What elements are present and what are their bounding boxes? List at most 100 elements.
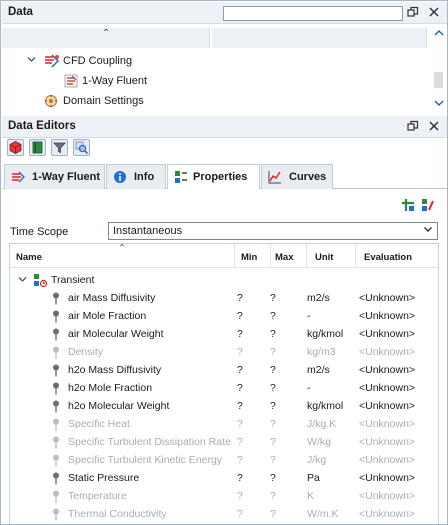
property-name: h2o Molecular Weight bbox=[68, 400, 170, 412]
tree-item-1-way-fluent[interactable]: 1-Way Fluent bbox=[2, 71, 422, 91]
column-header-label: Unit bbox=[315, 252, 334, 263]
table-row[interactable]: h2o Mole Fraction?? - <Unknown> bbox=[10, 379, 438, 397]
editors-panel-title: Data Editors bbox=[8, 120, 76, 132]
restore-icon[interactable] bbox=[406, 120, 420, 134]
editor-tabs: 1-Way Fluent Info Properties Curves bbox=[2, 163, 447, 190]
tab-1-way-fluent[interactable]: 1-Way Fluent bbox=[4, 164, 105, 189]
column-header-label: Evaluation bbox=[364, 252, 413, 263]
table-row[interactable]: h2o Mass Diffusivity?? m2/s <Unknown> bbox=[10, 361, 438, 379]
properties-grid: Name ⌃ Min Max Unit Evaluation Transient… bbox=[9, 243, 439, 524]
property-max: ? bbox=[270, 436, 276, 448]
property-unit: J/kg.K bbox=[307, 418, 337, 430]
property-max: ? bbox=[270, 490, 276, 502]
add-property-icon[interactable] bbox=[401, 198, 415, 212]
cfd-coupling-icon bbox=[44, 54, 60, 68]
pin-icon bbox=[51, 418, 61, 431]
column-header-evaluation[interactable]: Evaluation bbox=[356, 244, 438, 268]
scroll-down-icon[interactable] bbox=[434, 98, 444, 110]
chevron-down-icon[interactable] bbox=[423, 224, 433, 237]
property-name: Specific Heat bbox=[68, 418, 130, 430]
tree-item-cfd-coupling[interactable]: CFD Coupling bbox=[2, 51, 422, 71]
property-evaluation: <Unknown> bbox=[359, 346, 416, 358]
pin-icon bbox=[51, 310, 61, 323]
property-unit: m2/s bbox=[307, 292, 330, 304]
table-row[interactable]: Static Pressure?? Pa <Unknown> bbox=[10, 469, 438, 487]
property-unit: W/kg bbox=[307, 436, 331, 448]
tree-item-label: 1-Way Fluent bbox=[82, 75, 148, 87]
property-evaluation: <Unknown> bbox=[359, 292, 416, 304]
transient-group-icon bbox=[33, 273, 48, 290]
pin-icon bbox=[51, 382, 61, 395]
table-row[interactable]: Thermal Conductivity?? W/m.K <Unknown> bbox=[10, 505, 438, 523]
property-max: ? bbox=[270, 472, 276, 484]
editor-toolbar bbox=[2, 138, 447, 160]
property-evaluation: <Unknown> bbox=[359, 418, 416, 430]
property-evaluation: <Unknown> bbox=[359, 382, 416, 394]
edit-properties-icon[interactable] bbox=[421, 198, 435, 212]
property-name: Thermal Conductivity bbox=[68, 508, 167, 520]
property-name: air Mole Fraction bbox=[68, 310, 147, 322]
tab-curves[interactable]: Curves bbox=[261, 164, 333, 189]
tree-item-domain-settings[interactable]: Domain Settings bbox=[2, 91, 422, 111]
pin-icon bbox=[51, 508, 61, 521]
table-row[interactable]: air Molecular Weight?? kg/kmol <Unknown> bbox=[10, 325, 438, 343]
editors-panel-header: Data Editors bbox=[2, 116, 447, 138]
close-icon[interactable] bbox=[427, 120, 441, 134]
sort-up-icon: ⌃ bbox=[102, 28, 111, 39]
property-unit: kg/kmol bbox=[307, 328, 344, 340]
property-name: Specific Turbulent Kinetic Energy bbox=[68, 454, 223, 466]
table-row[interactable]: h2o Molecular Weight?? kg/kmol <Unknown> bbox=[10, 397, 438, 415]
property-min: ? bbox=[237, 310, 243, 322]
column-header-min[interactable]: Min bbox=[235, 244, 271, 268]
restore-icon[interactable] bbox=[406, 6, 420, 20]
expand-chevron-icon[interactable] bbox=[27, 55, 36, 66]
time-scope-select[interactable]: Instantaneous bbox=[108, 222, 438, 240]
table-row[interactable]: Specific Heat?? J/kg.K <Unknown> bbox=[10, 415, 438, 433]
column-header-max[interactable]: Max bbox=[271, 244, 307, 268]
property-min: ? bbox=[237, 364, 243, 376]
group-label: Transient bbox=[51, 274, 95, 286]
pin-icon bbox=[51, 364, 61, 377]
tab-label: Info bbox=[134, 171, 155, 183]
table-row[interactable]: Density?? kg/m3 <Unknown> bbox=[10, 343, 438, 361]
data-scrollbar-thumb[interactable] bbox=[434, 72, 443, 88]
tab-properties[interactable]: Properties bbox=[167, 164, 260, 190]
pin-icon bbox=[51, 328, 61, 341]
property-unit: m2/s bbox=[307, 364, 330, 376]
table-row[interactable]: air Mass Diffusivity?? m2/s <Unknown> bbox=[10, 289, 438, 307]
property-max: ? bbox=[270, 364, 276, 376]
table-row[interactable]: Temperature?? K <Unknown> bbox=[10, 487, 438, 505]
tree-column-name[interactable]: ⌃ bbox=[2, 28, 210, 48]
book-icon[interactable] bbox=[29, 139, 46, 156]
property-max: ? bbox=[270, 310, 276, 322]
expand-chevron-icon[interactable] bbox=[18, 275, 27, 287]
property-evaluation: <Unknown> bbox=[359, 508, 416, 520]
property-min: ? bbox=[237, 436, 243, 448]
tree-column-value[interactable] bbox=[212, 28, 427, 48]
zoom-icon[interactable] bbox=[73, 139, 90, 156]
property-max: ? bbox=[270, 292, 276, 304]
time-scope-value: Instantaneous bbox=[113, 225, 183, 237]
column-header-unit[interactable]: Unit bbox=[307, 244, 356, 268]
tab-info[interactable]: Info bbox=[106, 164, 166, 189]
scroll-up-icon[interactable] bbox=[434, 29, 444, 41]
group-row-transient[interactable]: Transient bbox=[10, 271, 438, 290]
close-icon[interactable] bbox=[427, 6, 441, 20]
table-row[interactable]: Specific Turbulent Kinetic Energy?? J/kg <… bbox=[10, 451, 438, 469]
property-evaluation: <Unknown> bbox=[359, 400, 416, 412]
property-unit: - bbox=[307, 310, 311, 322]
property-min: ? bbox=[237, 346, 243, 358]
sort-up-icon: ⌃ bbox=[118, 243, 126, 254]
property-min: ? bbox=[237, 328, 243, 340]
property-name: Density bbox=[68, 346, 104, 358]
table-row[interactable]: Specific Turbulent Dissipation Rate?? W/k… bbox=[10, 433, 438, 451]
fluent-interface-icon bbox=[11, 170, 25, 184]
table-row[interactable]: air Mole Fraction?? - <Unknown> bbox=[10, 307, 438, 325]
filter-icon[interactable] bbox=[51, 139, 68, 156]
data-search-input[interactable] bbox=[223, 6, 403, 21]
property-min: ? bbox=[237, 472, 243, 484]
tree-item-label: Domain Settings bbox=[63, 95, 144, 107]
cube-icon[interactable] bbox=[7, 139, 24, 156]
property-evaluation: <Unknown> bbox=[359, 310, 416, 322]
column-header-name[interactable]: Name ⌃ bbox=[10, 244, 235, 268]
